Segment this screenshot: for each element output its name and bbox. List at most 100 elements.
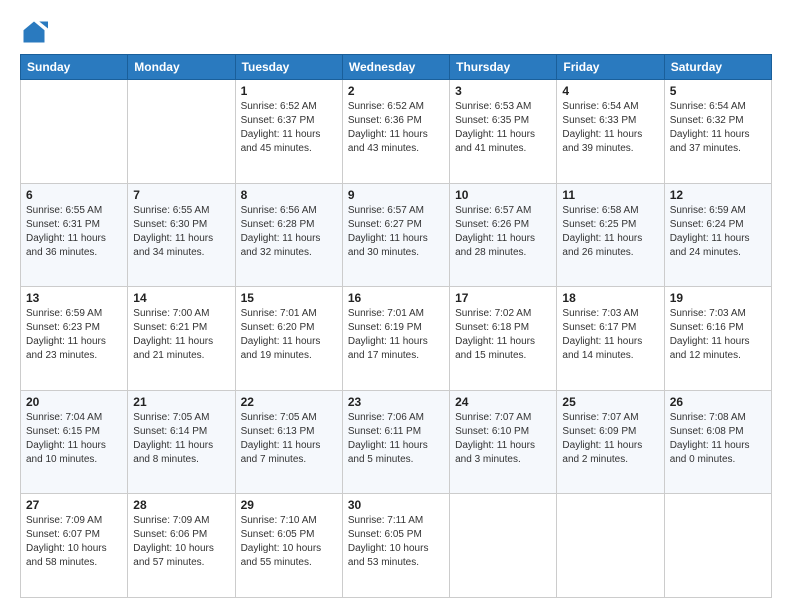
- calendar-day-cell: 30 Sunrise: 7:11 AM Sunset: 6:05 PM Dayli…: [342, 494, 449, 598]
- weekday-header: Monday: [128, 55, 235, 80]
- day-number: 10: [455, 188, 551, 202]
- page: SundayMondayTuesdayWednesdayThursdayFrid…: [0, 0, 792, 612]
- day-info: Sunrise: 7:03 AM Sunset: 6:16 PM Dayligh…: [670, 307, 766, 363]
- day-info: Sunrise: 6:54 AM Sunset: 6:33 PM Dayligh…: [562, 100, 658, 156]
- day-info: Sunrise: 7:04 AM Sunset: 6:15 PM Dayligh…: [26, 411, 122, 467]
- weekday-header: Wednesday: [342, 55, 449, 80]
- calendar-day-cell: 4 Sunrise: 6:54 AM Sunset: 6:33 PM Daylig…: [557, 80, 664, 184]
- day-info: Sunrise: 6:55 AM Sunset: 6:31 PM Dayligh…: [26, 204, 122, 260]
- day-number: 6: [26, 188, 122, 202]
- day-number: 19: [670, 291, 766, 305]
- day-info: Sunrise: 7:00 AM Sunset: 6:21 PM Dayligh…: [133, 307, 229, 363]
- weekday-header: Tuesday: [235, 55, 342, 80]
- calendar-week-row: 1 Sunrise: 6:52 AM Sunset: 6:37 PM Daylig…: [21, 80, 772, 184]
- day-number: 25: [562, 395, 658, 409]
- calendar-day-cell: 15Sunrise: 7:01 AM Sunset: 6:20 PM Dayli…: [235, 287, 342, 391]
- day-number: 1: [241, 84, 337, 98]
- calendar-day-cell: [557, 494, 664, 598]
- day-number: 20: [26, 395, 122, 409]
- header: [20, 18, 772, 46]
- calendar-day-cell: 3 Sunrise: 6:53 AM Sunset: 6:35 PM Daylig…: [450, 80, 557, 184]
- day-info: Sunrise: 6:54 AM Sunset: 6:32 PM Dayligh…: [670, 100, 766, 156]
- calendar-day-cell: 10 Sunrise: 6:57 AM Sunset: 6:26 PM Dayli…: [450, 183, 557, 287]
- day-info: Sunrise: 7:01 AM Sunset: 6:19 PM Dayligh…: [348, 307, 444, 363]
- day-number: 28: [133, 498, 229, 512]
- calendar-header-row: SundayMondayTuesdayWednesdayThursdayFrid…: [21, 55, 772, 80]
- day-info: Sunrise: 7:03 AM Sunset: 6:17 PM Dayligh…: [562, 307, 658, 363]
- day-number: 29: [241, 498, 337, 512]
- calendar-day-cell: 11 Sunrise: 6:58 AM Sunset: 6:25 PM Dayli…: [557, 183, 664, 287]
- day-number: 16: [348, 291, 444, 305]
- calendar-week-row: 6 Sunrise: 6:55 AM Sunset: 6:31 PM Daylig…: [21, 183, 772, 287]
- day-number: 12: [670, 188, 766, 202]
- calendar-day-cell: 5Sunrise: 6:54 AM Sunset: 6:32 PM Daylig…: [664, 80, 771, 184]
- calendar-day-cell: 27 Sunrise: 7:09 AM Sunset: 6:07 PM Dayli…: [21, 494, 128, 598]
- day-info: Sunrise: 7:05 AM Sunset: 6:14 PM Dayligh…: [133, 411, 229, 467]
- day-number: 2: [348, 84, 444, 98]
- day-info: Sunrise: 6:56 AM Sunset: 6:28 PM Dayligh…: [241, 204, 337, 260]
- day-number: 15: [241, 291, 337, 305]
- calendar-day-cell: [450, 494, 557, 598]
- day-number: 23: [348, 395, 444, 409]
- day-info: Sunrise: 6:57 AM Sunset: 6:26 PM Dayligh…: [455, 204, 551, 260]
- day-number: 24: [455, 395, 551, 409]
- day-info: Sunrise: 7:05 AM Sunset: 6:13 PM Dayligh…: [241, 411, 337, 467]
- calendar-day-cell: 1 Sunrise: 6:52 AM Sunset: 6:37 PM Daylig…: [235, 80, 342, 184]
- calendar-day-cell: 29Sunrise: 7:10 AM Sunset: 6:05 PM Dayli…: [235, 494, 342, 598]
- day-info: Sunrise: 6:57 AM Sunset: 6:27 PM Dayligh…: [348, 204, 444, 260]
- calendar-day-cell: 21 Sunrise: 7:05 AM Sunset: 6:14 PM Dayli…: [128, 390, 235, 494]
- calendar-day-cell: 12Sunrise: 6:59 AM Sunset: 6:24 PM Dayli…: [664, 183, 771, 287]
- calendar-day-cell: [664, 494, 771, 598]
- logo-icon: [20, 18, 48, 46]
- day-number: 17: [455, 291, 551, 305]
- day-number: 11: [562, 188, 658, 202]
- calendar-table: SundayMondayTuesdayWednesdayThursdayFrid…: [20, 54, 772, 598]
- day-info: Sunrise: 6:52 AM Sunset: 6:36 PM Dayligh…: [348, 100, 444, 156]
- calendar-day-cell: 28 Sunrise: 7:09 AM Sunset: 6:06 PM Dayli…: [128, 494, 235, 598]
- day-info: Sunrise: 7:08 AM Sunset: 6:08 PM Dayligh…: [670, 411, 766, 467]
- day-number: 21: [133, 395, 229, 409]
- logo: [20, 18, 52, 46]
- day-number: 18: [562, 291, 658, 305]
- calendar-day-cell: 13 Sunrise: 6:59 AM Sunset: 6:23 PM Dayli…: [21, 287, 128, 391]
- calendar-day-cell: 9 Sunrise: 6:57 AM Sunset: 6:27 PM Daylig…: [342, 183, 449, 287]
- weekday-header: Saturday: [664, 55, 771, 80]
- day-number: 26: [670, 395, 766, 409]
- calendar-week-row: 13 Sunrise: 6:59 AM Sunset: 6:23 PM Dayli…: [21, 287, 772, 391]
- day-number: 7: [133, 188, 229, 202]
- calendar-day-cell: 17 Sunrise: 7:02 AM Sunset: 6:18 PM Dayli…: [450, 287, 557, 391]
- day-info: Sunrise: 6:59 AM Sunset: 6:23 PM Dayligh…: [26, 307, 122, 363]
- day-info: Sunrise: 7:06 AM Sunset: 6:11 PM Dayligh…: [348, 411, 444, 467]
- day-info: Sunrise: 6:58 AM Sunset: 6:25 PM Dayligh…: [562, 204, 658, 260]
- day-info: Sunrise: 7:09 AM Sunset: 6:06 PM Dayligh…: [133, 514, 229, 570]
- calendar-day-cell: 24 Sunrise: 7:07 AM Sunset: 6:10 PM Dayli…: [450, 390, 557, 494]
- calendar-day-cell: 6 Sunrise: 6:55 AM Sunset: 6:31 PM Daylig…: [21, 183, 128, 287]
- calendar-day-cell: 18 Sunrise: 7:03 AM Sunset: 6:17 PM Dayli…: [557, 287, 664, 391]
- day-number: 14: [133, 291, 229, 305]
- day-number: 9: [348, 188, 444, 202]
- day-number: 13: [26, 291, 122, 305]
- day-info: Sunrise: 7:02 AM Sunset: 6:18 PM Dayligh…: [455, 307, 551, 363]
- calendar-day-cell: [128, 80, 235, 184]
- day-number: 3: [455, 84, 551, 98]
- day-info: Sunrise: 7:11 AM Sunset: 6:05 PM Dayligh…: [348, 514, 444, 570]
- weekday-header: Thursday: [450, 55, 557, 80]
- calendar-day-cell: 25 Sunrise: 7:07 AM Sunset: 6:09 PM Dayli…: [557, 390, 664, 494]
- day-info: Sunrise: 6:55 AM Sunset: 6:30 PM Dayligh…: [133, 204, 229, 260]
- day-info: Sunrise: 6:53 AM Sunset: 6:35 PM Dayligh…: [455, 100, 551, 156]
- calendar-day-cell: 26 Sunrise: 7:08 AM Sunset: 6:08 PM Dayli…: [664, 390, 771, 494]
- day-info: Sunrise: 6:52 AM Sunset: 6:37 PM Dayligh…: [241, 100, 337, 156]
- calendar-day-cell: 23 Sunrise: 7:06 AM Sunset: 6:11 PM Dayli…: [342, 390, 449, 494]
- day-number: 22: [241, 395, 337, 409]
- day-number: 4: [562, 84, 658, 98]
- day-info: Sunrise: 7:07 AM Sunset: 6:09 PM Dayligh…: [562, 411, 658, 467]
- day-number: 8: [241, 188, 337, 202]
- day-info: Sunrise: 7:07 AM Sunset: 6:10 PM Dayligh…: [455, 411, 551, 467]
- day-number: 30: [348, 498, 444, 512]
- day-info: Sunrise: 7:09 AM Sunset: 6:07 PM Dayligh…: [26, 514, 122, 570]
- weekday-header: Friday: [557, 55, 664, 80]
- calendar-week-row: 20 Sunrise: 7:04 AM Sunset: 6:15 PM Dayli…: [21, 390, 772, 494]
- calendar-day-cell: 22 Sunrise: 7:05 AM Sunset: 6:13 PM Dayli…: [235, 390, 342, 494]
- day-number: 27: [26, 498, 122, 512]
- calendar-day-cell: 7 Sunrise: 6:55 AM Sunset: 6:30 PM Daylig…: [128, 183, 235, 287]
